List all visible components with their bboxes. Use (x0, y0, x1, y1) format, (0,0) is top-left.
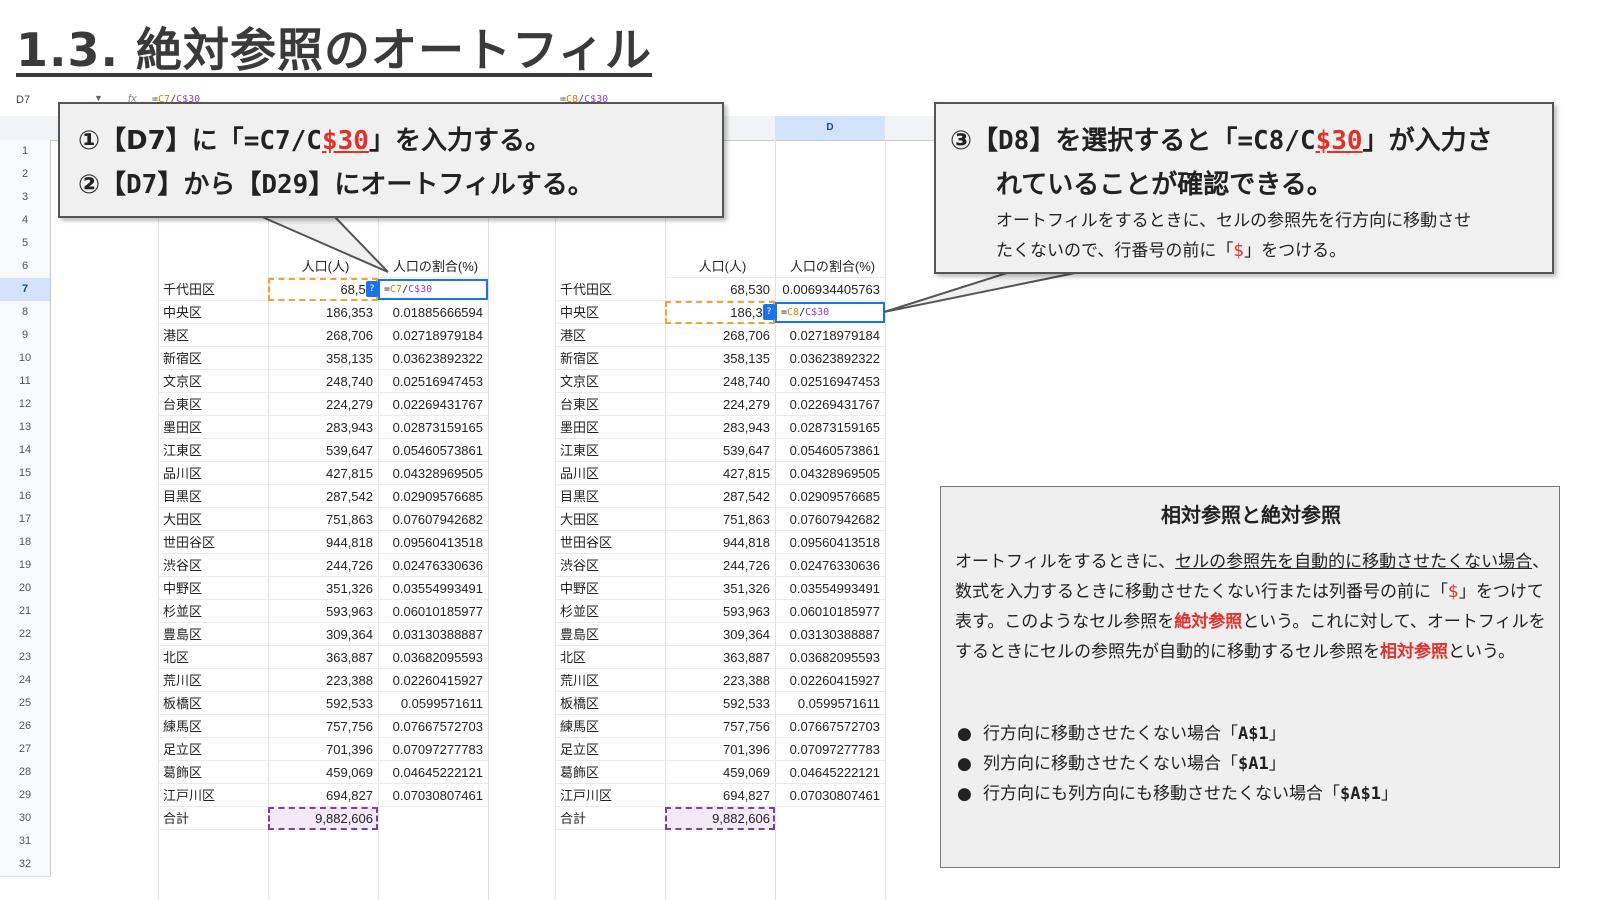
list-item: ● 列方向に移動させたくない場合「$A1」 (957, 754, 1286, 774)
info-box-paragraph: オートフィルをするときに、セルの参照先を自動的に移動させたくない場合、数式を入力… (955, 552, 1550, 662)
info-box: 相対参照と絶対参照 オートフィルをするときに、セルの参照先を自動的に移動させたく… (940, 486, 1560, 868)
callout-2-line-1: ③【D8】を選択すると「=C8/C$30」が入力さ (950, 126, 1493, 156)
callout-1-pointer (259, 215, 389, 273)
list-item: ● 行方向に移動させたくない場合「A$1」 (957, 724, 1286, 744)
list-item: ● 行方向にも列方向にも移動させたくない場合「$A$1」 (957, 784, 1398, 804)
callout-2-note-2: たくないので、行番号の前に「$」をつける。 (996, 241, 1347, 261)
callout-step-1-2: ①【D7】に「=C7/C$30」を入力する。 ②【D7】から【D29】にオートフ… (58, 102, 724, 218)
callout-step-3: ③【D8】を選択すると「=C8/C$30」が入力さ れていることが確認できる。 … (934, 102, 1554, 274)
callout-1-line-2: ②【D7】から【D29】にオートフィルする。 (78, 170, 594, 200)
info-box-heading: 相対参照と絶対参照 (1161, 503, 1341, 527)
callout-1-line-1: ①【D7】に「=C7/C$30」を入力する。 (78, 126, 551, 156)
callout-2-pointer (883, 271, 1081, 313)
callout-2-note-1: オートフィルをするときに、セルの参照先を行方向に移動させ (996, 211, 1472, 231)
callout-2-line-2: れていることが確認できる。 (996, 170, 1333, 200)
